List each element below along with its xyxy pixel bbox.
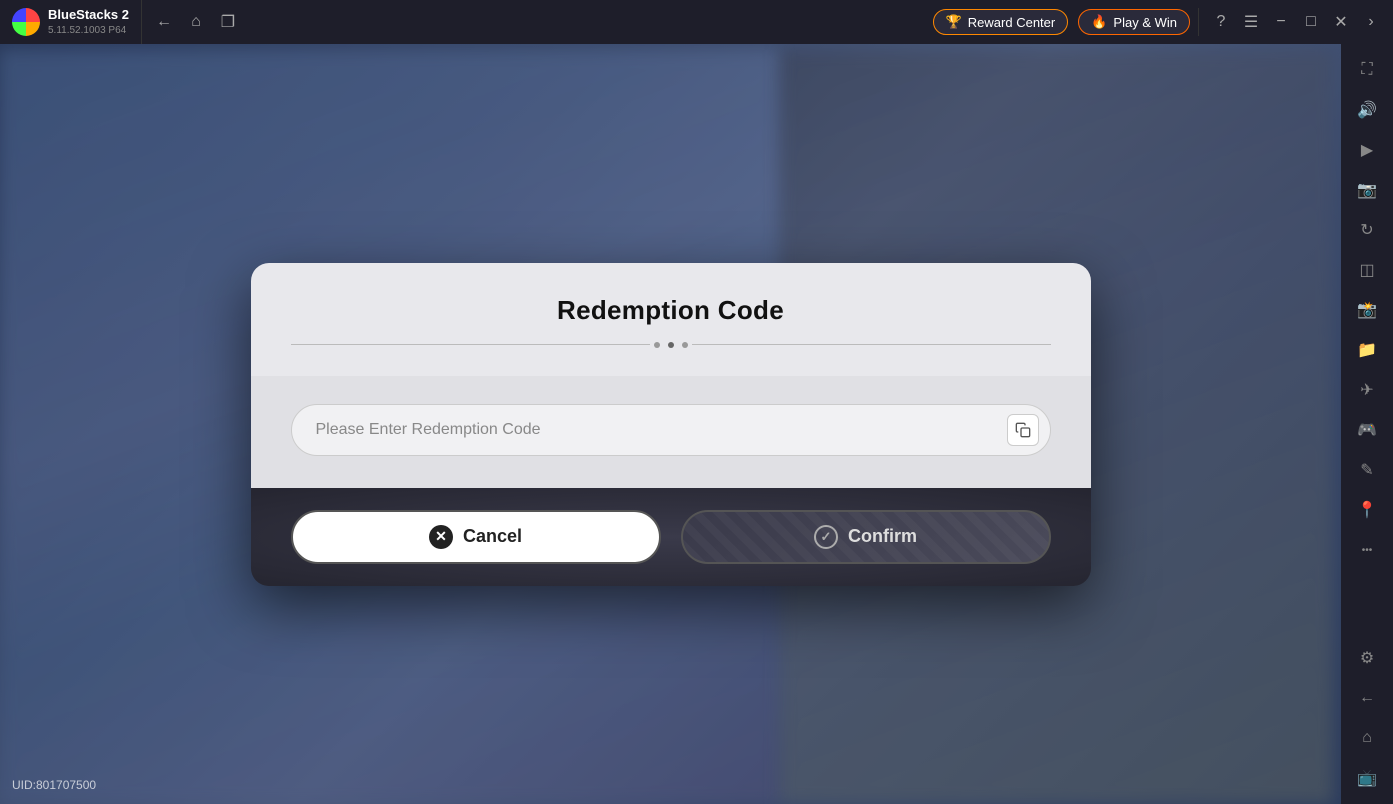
video-icon[interactable]: ▶ bbox=[1349, 132, 1385, 168]
bluestacks-logo bbox=[12, 8, 40, 36]
reward-icon: 🏆 bbox=[946, 14, 962, 30]
input-wrap bbox=[291, 404, 1051, 456]
divider-dot-2 bbox=[668, 342, 674, 348]
divider-line-left bbox=[291, 344, 650, 345]
topbar: BlueStacks 2 5.11.52.1003 P64 ← ⌂ ❐ 🏆 Re… bbox=[0, 0, 1393, 44]
modal-overlay: Redemption Code bbox=[0, 44, 1341, 804]
right-sidebar: ⛶ 🔊 ▶ 📷 ↻ ◫ 📸 📁 ✈ 🎮 ✎ 📍 ••• ⚙ ← ⌂ 📺 bbox=[1341, 44, 1393, 804]
dialog-title: Redemption Code bbox=[291, 295, 1051, 326]
back-sidebar-icon[interactable]: ← bbox=[1349, 680, 1385, 716]
dialog-footer: ✕ Cancel ✓ Confirm bbox=[251, 488, 1091, 586]
airplane-icon[interactable]: ✈ bbox=[1349, 372, 1385, 408]
nav-back-button[interactable]: ← bbox=[150, 8, 178, 36]
minimize-button[interactable]: − bbox=[1267, 8, 1295, 36]
cancel-label: Cancel bbox=[463, 526, 522, 547]
gamepad-icon[interactable]: 🎮 bbox=[1349, 412, 1385, 448]
help-button[interactable]: ? bbox=[1207, 8, 1235, 36]
settings-icon[interactable]: ⚙ bbox=[1349, 640, 1385, 676]
confirm-label: Confirm bbox=[848, 526, 917, 547]
expand-button[interactable]: › bbox=[1357, 8, 1385, 36]
topbar-actions: 🏆 Reward Center 🔥 Play & Win bbox=[925, 9, 1198, 35]
copy-icon bbox=[1015, 422, 1031, 438]
close-button[interactable]: ✕ bbox=[1327, 8, 1355, 36]
menu-button[interactable]: ☰ bbox=[1237, 8, 1265, 36]
divider-line-right bbox=[692, 344, 1051, 345]
rotate-icon[interactable]: ↻ bbox=[1349, 212, 1385, 248]
topbar-nav: ← ⌂ ❐ bbox=[141, 0, 250, 44]
divider-dot-3 bbox=[682, 342, 688, 348]
screenshot-icon[interactable]: 📷 bbox=[1349, 172, 1385, 208]
location-icon[interactable]: 📍 bbox=[1349, 492, 1385, 528]
confirm-button[interactable]: ✓ Confirm bbox=[681, 510, 1051, 564]
brush-icon[interactable]: ✎ bbox=[1349, 452, 1385, 488]
dialog-body bbox=[251, 376, 1091, 488]
app-version: 5.11.52.1003 P64 bbox=[48, 24, 129, 37]
app-logo-area: BlueStacks 2 5.11.52.1003 P64 bbox=[0, 7, 141, 37]
dialog-header: Redemption Code bbox=[251, 263, 1091, 376]
home-sidebar-icon[interactable]: ⌂ bbox=[1349, 720, 1385, 756]
reward-label: Reward Center bbox=[968, 15, 1055, 30]
divider-dot-1 bbox=[654, 342, 660, 348]
copy-button[interactable] bbox=[1007, 414, 1039, 446]
cancel-button[interactable]: ✕ Cancel bbox=[291, 510, 661, 564]
tv-icon[interactable]: 📺 bbox=[1349, 760, 1385, 796]
redemption-code-input[interactable] bbox=[291, 404, 1051, 456]
nav-home-button[interactable]: ⌂ bbox=[182, 8, 210, 36]
cancel-icon: ✕ bbox=[429, 525, 453, 549]
play-win-button[interactable]: 🔥 Play & Win bbox=[1078, 9, 1190, 35]
redemption-dialog: Redemption Code bbox=[251, 263, 1091, 586]
layers-icon[interactable]: ◫ bbox=[1349, 252, 1385, 288]
folder-icon[interactable]: 📁 bbox=[1349, 332, 1385, 368]
play-label: Play & Win bbox=[1113, 15, 1177, 30]
more-icon[interactable]: ••• bbox=[1349, 532, 1385, 568]
restore-button[interactable]: □ bbox=[1297, 8, 1325, 36]
dialog-divider bbox=[291, 342, 1051, 348]
play-icon: 🔥 bbox=[1091, 14, 1107, 30]
app-name: BlueStacks 2 bbox=[48, 7, 129, 24]
confirm-icon: ✓ bbox=[814, 525, 838, 549]
volume-icon[interactable]: 🔊 bbox=[1349, 92, 1385, 128]
nav-windows-button[interactable]: ❐ bbox=[214, 8, 242, 36]
topbar-controls: ? ☰ − □ ✕ › bbox=[1198, 8, 1393, 36]
camera-icon[interactable]: 📸 bbox=[1349, 292, 1385, 328]
reward-center-button[interactable]: 🏆 Reward Center bbox=[933, 9, 1069, 35]
fullscreen-icon[interactable]: ⛶ bbox=[1349, 52, 1385, 88]
